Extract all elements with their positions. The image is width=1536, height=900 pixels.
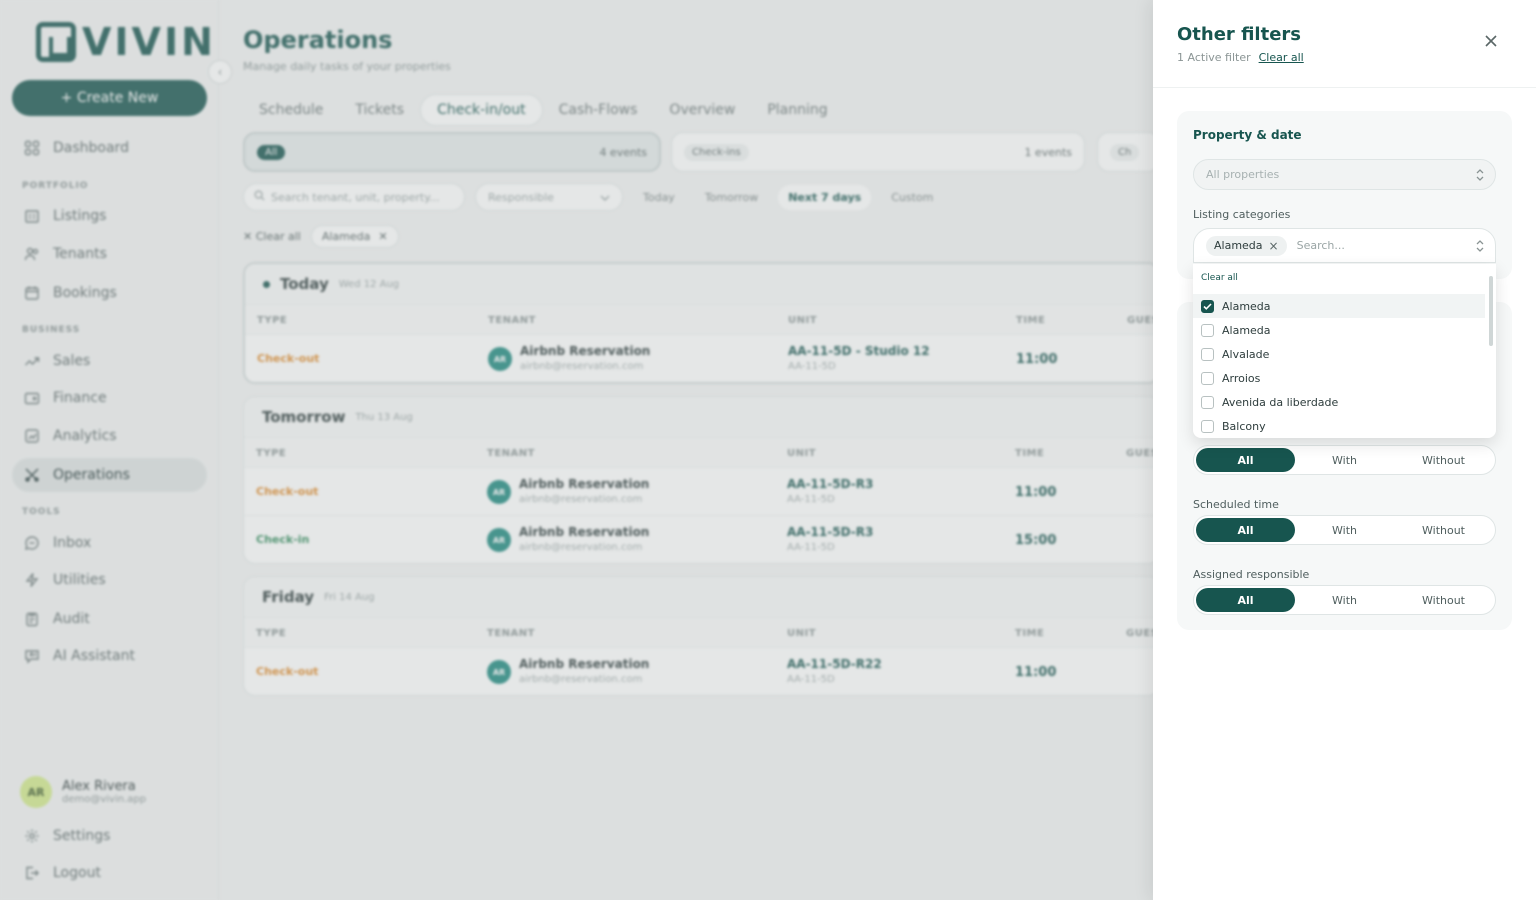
- segment-without[interactable]: Without: [1394, 588, 1493, 612]
- option-label: Alvalade: [1222, 347, 1270, 361]
- panel-title: Other filters: [1177, 24, 1301, 45]
- option-label: Arroios: [1222, 371, 1261, 385]
- category-search-input[interactable]: [1296, 239, 1447, 252]
- category-option[interactable]: Alvalade: [1193, 342, 1485, 366]
- listing-categories-select[interactable]: Alameda ×: [1193, 228, 1496, 263]
- remove-tag-icon[interactable]: ×: [1269, 239, 1279, 253]
- assigned-responsible-label: Assigned responsible: [1193, 568, 1310, 581]
- checkbox[interactable]: [1201, 395, 1214, 409]
- dropdown-clear-all-button[interactable]: Clear all: [1201, 273, 1238, 283]
- active-filter-count: 1 Active filter: [1177, 51, 1251, 64]
- card-title: Property & date: [1193, 128, 1302, 142]
- selected-category-tag: Alameda ×: [1206, 235, 1287, 256]
- option-label: Avenida da liberdade: [1222, 395, 1339, 409]
- checkbox[interactable]: [1201, 371, 1214, 385]
- category-option[interactable]: Avenida da liberdade: [1193, 390, 1485, 414]
- clear-all-button[interactable]: Clear all: [1259, 51, 1304, 64]
- properties-select[interactable]: All properties: [1193, 159, 1496, 190]
- option-label: Alameda: [1222, 323, 1271, 337]
- category-option[interactable]: Arroios: [1193, 366, 1485, 390]
- updown-icon: [1476, 239, 1484, 253]
- scheduled-time-segment: All With Without: [1193, 515, 1496, 545]
- segment-control-1: All With Without: [1193, 445, 1496, 475]
- checkbox[interactable]: [1201, 347, 1214, 361]
- checkbox[interactable]: [1201, 323, 1214, 337]
- assigned-responsible-segment: All With Without: [1193, 585, 1496, 615]
- listing-categories-label: Listing categories: [1193, 208, 1291, 221]
- checkbox[interactable]: [1201, 419, 1214, 433]
- check-icon: [1203, 302, 1212, 310]
- updown-icon: [1476, 168, 1484, 182]
- category-option[interactable]: Alameda: [1193, 294, 1485, 318]
- panel-subtitle: 1 Active filter Clear all: [1177, 51, 1304, 64]
- modal-overlay[interactable]: [0, 0, 1153, 900]
- segment-all[interactable]: All: [1196, 518, 1295, 542]
- segment-all[interactable]: All: [1196, 448, 1295, 472]
- close-icon: [1484, 33, 1498, 52]
- panel-divider: [1153, 87, 1536, 88]
- segment-with[interactable]: With: [1295, 518, 1394, 542]
- checkbox[interactable]: [1201, 299, 1214, 313]
- close-panel-button[interactable]: [1479, 30, 1503, 54]
- segment-without[interactable]: Without: [1394, 518, 1493, 542]
- segment-with[interactable]: With: [1295, 448, 1394, 472]
- option-label: Alameda: [1222, 299, 1271, 313]
- option-label: Balcony: [1222, 419, 1266, 433]
- scheduled-time-label: Scheduled time: [1193, 498, 1279, 511]
- category-dropdown: Clear all Alameda Alameda Alvalade Arroios A…: [1193, 264, 1496, 438]
- property-date-card: Property & date All properties Listing c…: [1177, 111, 1512, 279]
- other-filters-panel: Other filters 1 Active filter Clear all …: [1153, 0, 1536, 900]
- segment-without[interactable]: Without: [1394, 448, 1493, 472]
- segment-all[interactable]: All: [1196, 588, 1295, 612]
- segment-with[interactable]: With: [1295, 588, 1394, 612]
- tag-label: Alameda: [1214, 239, 1263, 252]
- category-option[interactable]: Alameda: [1193, 318, 1485, 342]
- dropdown-scrollbar[interactable]: [1489, 276, 1493, 346]
- category-option[interactable]: Balcony: [1193, 414, 1485, 438]
- properties-placeholder: All properties: [1206, 168, 1280, 181]
